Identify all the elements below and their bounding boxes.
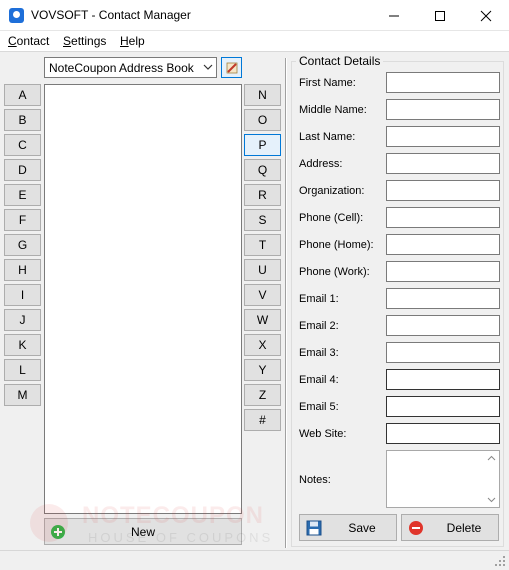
save-button[interactable]: Save bbox=[299, 514, 397, 541]
field-input[interactable] bbox=[386, 126, 500, 147]
letter-button-c[interactable]: C bbox=[4, 134, 41, 156]
field-label: Phone (Work): bbox=[299, 266, 370, 278]
letter-button-l[interactable]: L bbox=[4, 359, 41, 381]
menu-contact[interactable]: Contact bbox=[8, 34, 49, 48]
letter-button-j[interactable]: J bbox=[4, 309, 41, 331]
menu-settings[interactable]: Settings bbox=[63, 34, 106, 48]
field-label: Phone (Home): bbox=[299, 239, 374, 251]
field-label: Email 3: bbox=[299, 347, 339, 359]
letter-button-d[interactable]: D bbox=[4, 159, 41, 181]
status-bar bbox=[0, 550, 509, 570]
new-contact-label: New bbox=[130, 525, 155, 539]
field-input[interactable] bbox=[386, 99, 500, 120]
letter-button-v[interactable]: V bbox=[244, 284, 281, 306]
letter-button-s[interactable]: S bbox=[244, 209, 281, 231]
pencil-icon bbox=[226, 62, 238, 74]
save-label: Save bbox=[348, 521, 376, 535]
delete-label: Delete bbox=[446, 521, 482, 535]
maximize-icon bbox=[435, 11, 445, 21]
letter-button-x[interactable]: X bbox=[244, 334, 281, 356]
field-input[interactable] bbox=[386, 261, 500, 282]
field-input[interactable] bbox=[386, 342, 500, 363]
panel-splitter[interactable] bbox=[285, 58, 287, 548]
scroll-up-icon bbox=[487, 455, 496, 461]
field-label: Address: bbox=[299, 158, 343, 170]
menu-help[interactable]: Help bbox=[120, 34, 145, 48]
letter-button-r[interactable]: R bbox=[244, 184, 281, 206]
letter-button-i[interactable]: I bbox=[4, 284, 41, 306]
scroll-down-icon bbox=[487, 497, 496, 503]
field-label: Email 4: bbox=[299, 374, 339, 386]
field-label: Last Name: bbox=[299, 131, 356, 143]
field-input[interactable] bbox=[386, 153, 500, 174]
field-label: Email 1: bbox=[299, 293, 339, 305]
field-input[interactable] bbox=[386, 180, 500, 201]
notes-label: Notes: bbox=[299, 474, 331, 486]
contact-details-title: Contact Details bbox=[296, 54, 384, 68]
letter-button-w[interactable]: W bbox=[244, 309, 281, 331]
field-label: Web Site: bbox=[299, 428, 347, 440]
contact-list[interactable] bbox=[44, 84, 242, 514]
field-input[interactable] bbox=[386, 423, 500, 444]
letter-button-n[interactable]: N bbox=[244, 84, 281, 106]
field-input[interactable] bbox=[386, 207, 500, 228]
field-label: Email 2: bbox=[299, 320, 339, 332]
minimize-button[interactable] bbox=[371, 0, 417, 31]
field-input[interactable] bbox=[386, 72, 500, 93]
window-title: VOVSOFT - Contact Manager bbox=[31, 8, 191, 22]
field-label: First Name: bbox=[299, 77, 356, 89]
field-label: Phone (Cell): bbox=[299, 212, 364, 224]
menu-bar: Contact Settings Help bbox=[0, 31, 509, 51]
address-book-selected: NoteCoupon Address Book bbox=[49, 61, 194, 75]
letter-button-g[interactable]: G bbox=[4, 234, 41, 256]
field-input[interactable] bbox=[386, 288, 500, 309]
edit-address-book-button[interactable] bbox=[221, 57, 242, 78]
menu-help-label: elp bbox=[128, 34, 145, 48]
delete-button[interactable]: Delete bbox=[401, 514, 499, 541]
letter-button-b[interactable]: B bbox=[4, 109, 41, 131]
letter-button-u[interactable]: U bbox=[244, 259, 281, 281]
menu-settings-accel: S bbox=[63, 34, 72, 48]
title-bar: VOVSOFT - Contact Manager bbox=[0, 0, 509, 31]
letter-button-o[interactable]: O bbox=[244, 109, 281, 131]
maximize-button[interactable] bbox=[417, 0, 463, 31]
menu-help-accel: H bbox=[120, 34, 129, 48]
letter-button-a[interactable]: A bbox=[4, 84, 41, 106]
delete-icon bbox=[409, 521, 423, 535]
letter-button-m[interactable]: M bbox=[4, 384, 41, 406]
field-input[interactable] bbox=[386, 315, 500, 336]
notes-field[interactable] bbox=[386, 450, 500, 508]
letter-button-e[interactable]: E bbox=[4, 184, 41, 206]
menu-separator bbox=[0, 51, 509, 52]
menu-contact-label: ontact bbox=[16, 34, 50, 48]
new-contact-button[interactable]: New bbox=[44, 518, 242, 545]
letter-button-z[interactable]: Z bbox=[244, 384, 281, 406]
letter-button-hash[interactable]: # bbox=[244, 409, 281, 431]
field-input[interactable] bbox=[386, 234, 500, 255]
letter-button-p[interactable]: P bbox=[244, 134, 281, 156]
field-input[interactable] bbox=[386, 396, 500, 417]
menu-settings-label: ettings bbox=[71, 34, 107, 48]
floppy-disk-icon bbox=[306, 520, 322, 536]
resize-grip-icon[interactable] bbox=[494, 555, 506, 567]
letter-button-t[interactable]: T bbox=[244, 234, 281, 256]
address-book-select[interactable]: NoteCoupon Address Book bbox=[44, 57, 217, 78]
notes-scrollbar[interactable] bbox=[484, 451, 499, 507]
field-input[interactable] bbox=[386, 369, 500, 390]
letter-button-h[interactable]: H bbox=[4, 259, 41, 281]
letter-button-k[interactable]: K bbox=[4, 334, 41, 356]
field-label: Organization: bbox=[299, 185, 365, 197]
letter-button-q[interactable]: Q bbox=[244, 159, 281, 181]
chevron-down-icon bbox=[203, 64, 213, 70]
field-label: Middle Name: bbox=[299, 104, 367, 116]
contact-manager-app-icon bbox=[9, 8, 24, 23]
close-icon bbox=[480, 10, 492, 22]
menu-contact-accel: C bbox=[8, 34, 17, 48]
minimize-icon bbox=[389, 15, 399, 17]
letter-button-y[interactable]: Y bbox=[244, 359, 281, 381]
field-label: Email 5: bbox=[299, 401, 339, 413]
close-button[interactable] bbox=[463, 0, 509, 31]
letter-button-f[interactable]: F bbox=[4, 209, 41, 231]
